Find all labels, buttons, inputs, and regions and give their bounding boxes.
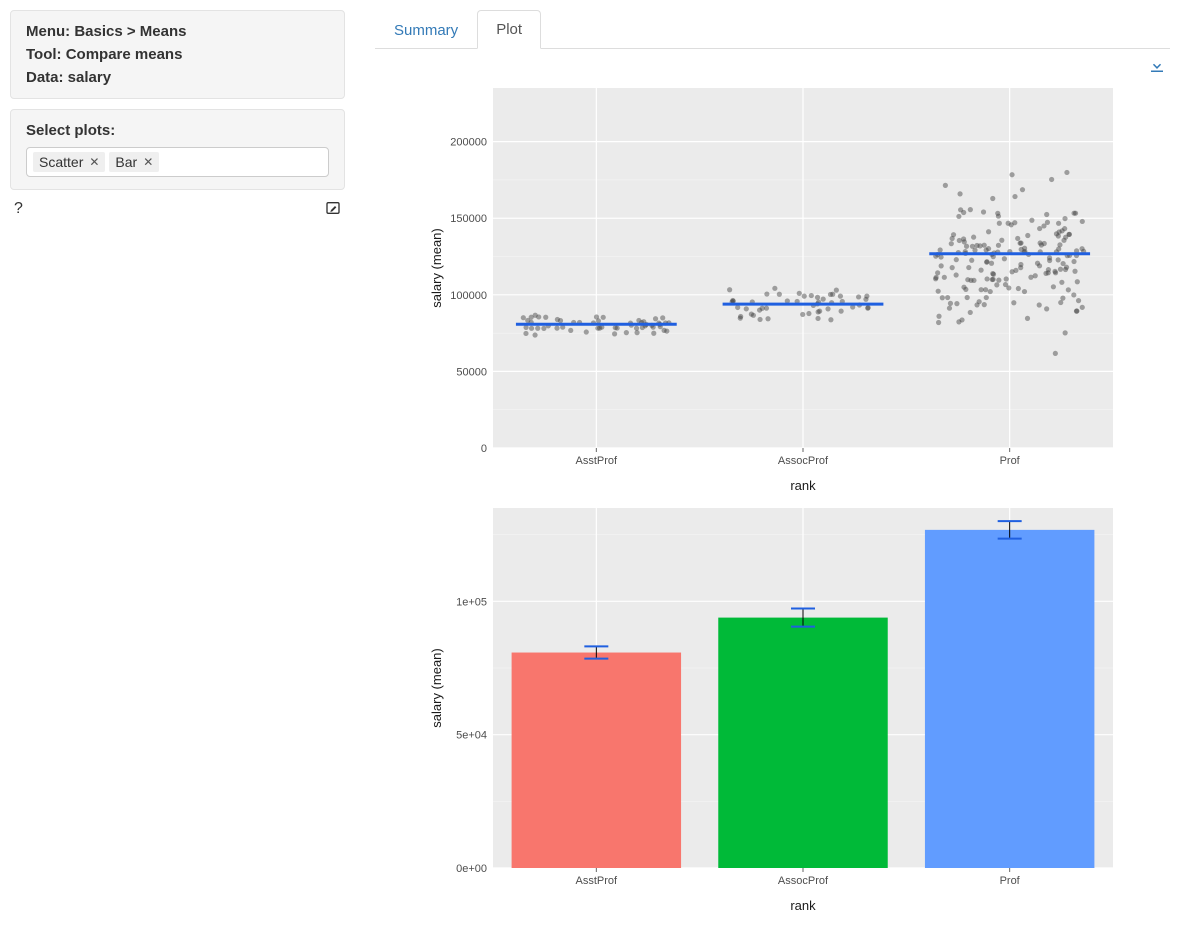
plot-tag-label: Scatter bbox=[39, 154, 83, 170]
svg-text:AssocProf: AssocProf bbox=[777, 455, 828, 467]
data-line: Data: salary bbox=[26, 69, 329, 86]
svg-text:AssocProf: AssocProf bbox=[777, 875, 828, 887]
svg-text:0e+00: 0e+00 bbox=[456, 863, 487, 875]
menu-line: Menu: Basics > Means bbox=[26, 23, 329, 40]
svg-text:salary (mean): salary (mean) bbox=[429, 648, 444, 727]
plot-container: 0 50000 100000 150000 200000 AsstProf AssocPro… bbox=[375, 78, 1170, 918]
info-panel: Menu: Basics > Means Tool: Compare means… bbox=[10, 10, 345, 99]
plot-tag-scatter: Scatter ✕ bbox=[33, 152, 105, 172]
plot-tag-label: Bar bbox=[115, 154, 137, 170]
tool-line: Tool: Compare means bbox=[26, 46, 329, 63]
svg-text:Prof: Prof bbox=[999, 455, 1020, 467]
sidebar: Menu: Basics > Means Tool: Compare means… bbox=[10, 10, 345, 221]
download-icon[interactable] bbox=[1148, 57, 1166, 78]
edit-icon[interactable] bbox=[325, 200, 341, 221]
svg-text:rank: rank bbox=[790, 478, 816, 493]
scatter-plot: 0 50000 100000 150000 200000 AsstProf AssocPro… bbox=[423, 78, 1123, 498]
svg-text:salary (mean): salary (mean) bbox=[429, 228, 444, 307]
svg-text:Prof: Prof bbox=[999, 875, 1020, 887]
svg-text:0: 0 bbox=[480, 443, 486, 455]
remove-tag-icon[interactable]: ✕ bbox=[143, 155, 153, 169]
svg-text:100000: 100000 bbox=[450, 290, 487, 302]
main-area: Summary Plot 0 50000 100000 150000 200000 Ass… bbox=[375, 10, 1170, 918]
svg-text:200000: 200000 bbox=[450, 137, 487, 149]
svg-text:AsstProf: AsstProf bbox=[575, 455, 618, 467]
tab-summary[interactable]: Summary bbox=[375, 11, 477, 49]
svg-text:1e+05: 1e+05 bbox=[456, 596, 487, 608]
svg-text:rank: rank bbox=[790, 898, 816, 913]
select-plots-label: Select plots: bbox=[26, 122, 329, 139]
plot-tag-bar: Bar ✕ bbox=[109, 152, 159, 172]
select-plots-panel: Select plots: Scatter ✕ Bar ✕ bbox=[10, 109, 345, 190]
select-plots-input[interactable]: Scatter ✕ Bar ✕ bbox=[26, 147, 329, 177]
bar-plot: 0e+00 5e+04 1e+05 AsstProf AssocProf Prof rank… bbox=[423, 498, 1123, 918]
svg-text:150000: 150000 bbox=[450, 213, 487, 225]
help-icon[interactable]: ? bbox=[14, 200, 23, 221]
sidebar-footer: ? bbox=[10, 200, 345, 221]
tab-plot[interactable]: Plot bbox=[477, 10, 541, 49]
tab-bar: Summary Plot bbox=[375, 10, 1170, 49]
svg-text:50000: 50000 bbox=[456, 366, 487, 378]
svg-text:AsstProf: AsstProf bbox=[575, 875, 618, 887]
svg-text:5e+04: 5e+04 bbox=[456, 730, 487, 742]
remove-tag-icon[interactable]: ✕ bbox=[89, 155, 99, 169]
